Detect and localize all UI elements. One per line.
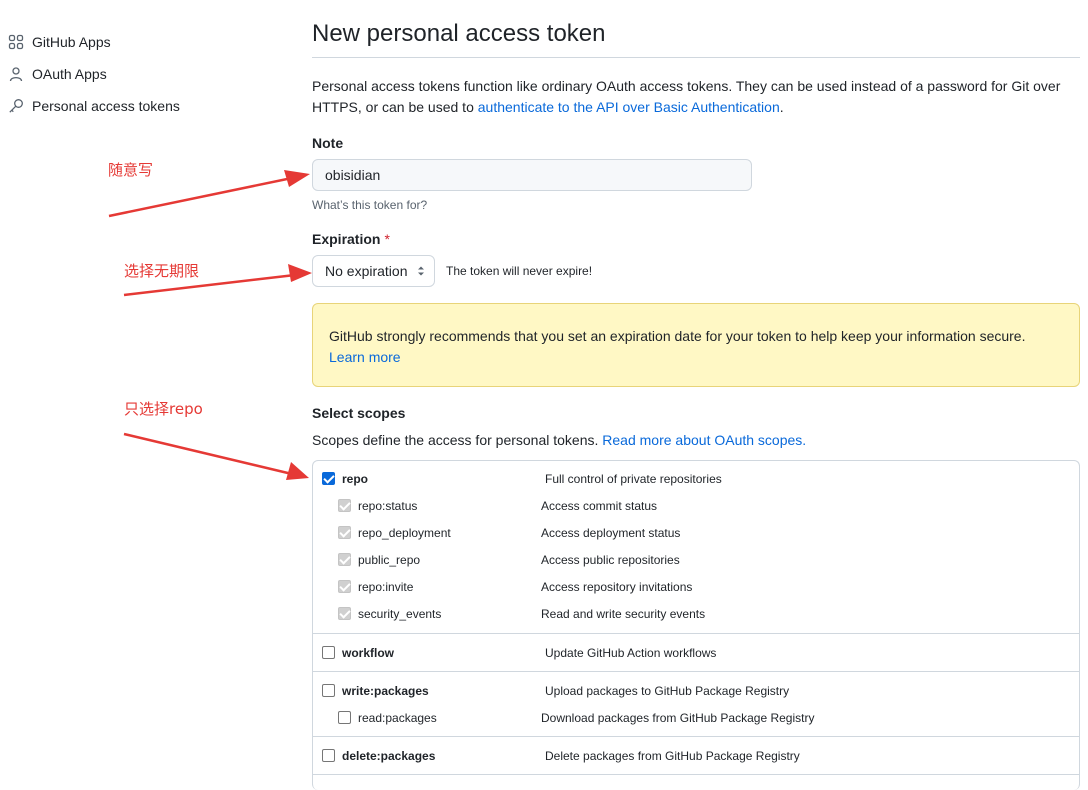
title-divider xyxy=(312,57,1080,58)
expiration-selected-value: No expiration xyxy=(325,263,408,279)
sidebar-item-label: GitHub Apps xyxy=(32,34,111,50)
scope-row: read:packages Download packages from Git… xyxy=(313,705,1079,732)
scope-row: workflow Update GitHub Action workflows xyxy=(313,640,1079,667)
scope-description: Access public repositories xyxy=(541,553,680,567)
scope-description: Upload packages to GitHub Package Regist… xyxy=(545,684,790,698)
scope-description: Read and write security events xyxy=(541,607,706,621)
expiration-label: Expiration * xyxy=(312,231,390,247)
scope-description: Access commit status xyxy=(541,499,658,513)
person-icon xyxy=(8,66,24,82)
sidebar-item-label: Personal access tokens xyxy=(32,98,180,114)
scope-group-workflow: workflow Update GitHub Action workflows xyxy=(313,634,1079,672)
scope-row: security_events Read and write security … xyxy=(313,601,1079,628)
scope-name: delete:packages xyxy=(342,749,436,763)
scope-row: repo_deployment Access deployment status xyxy=(313,520,1079,547)
scope-row: repo:invite Access repository invitation… xyxy=(313,574,1079,601)
scope-group-repo: repo Full control of private repositorie… xyxy=(313,461,1079,634)
scope-name: repo_deployment xyxy=(358,526,451,540)
annotation-note: 随意写 xyxy=(108,161,154,179)
scope-row: write:packages Upload packages to GitHub… xyxy=(313,678,1079,705)
arrow-to-repo xyxy=(123,432,309,480)
sidebar-item-github-apps[interactable]: GitHub Apps xyxy=(0,26,230,58)
scope-description: Download packages from GitHub Package Re… xyxy=(541,711,815,725)
scope-description: Delete packages from GitHub Package Regi… xyxy=(545,749,800,763)
learn-more-link[interactable]: Learn more xyxy=(329,349,401,365)
scope-checkbox-repo-invite[interactable] xyxy=(338,580,351,593)
scope-group-write-packages: write:packages Upload packages to GitHub… xyxy=(313,672,1079,737)
scope-row: delete:packages Delete packages from Git… xyxy=(313,743,1079,770)
settings-sidebar: GitHub Apps OAuth Apps Personal access t… xyxy=(0,26,230,122)
scope-name: read:packages xyxy=(358,711,437,725)
key-icon xyxy=(8,98,24,114)
expiration-warning-banner: GitHub strongly recommends that you set … xyxy=(312,303,1080,387)
intro-text: Personal access tokens function like ord… xyxy=(312,78,1061,115)
scopes-description: Scopes define the access for personal to… xyxy=(312,432,807,448)
scope-checkbox-security-events[interactable] xyxy=(338,607,351,620)
scope-description: Access deployment status xyxy=(541,526,681,540)
apps-icon xyxy=(8,34,24,50)
expiration-select[interactable]: No expiration xyxy=(312,255,435,287)
scope-checkbox-workflow[interactable] xyxy=(322,646,335,659)
note-hint: What’s this token for? xyxy=(312,198,428,212)
annotation-scope: 只选择repo xyxy=(124,400,203,418)
basic-auth-link[interactable]: authenticate to the API over Basic Authe… xyxy=(478,99,780,115)
scope-checkbox-repo-deployment[interactable] xyxy=(338,526,351,539)
scope-description: Access repository invitations xyxy=(541,580,693,594)
scope-row: repo:status Access commit status xyxy=(313,493,1079,520)
scope-checkbox-public-repo[interactable] xyxy=(338,553,351,566)
warning-text: GitHub strongly recommends that you set … xyxy=(329,328,1026,344)
oauth-scopes-link[interactable]: Read more about OAuth scopes. xyxy=(602,432,806,448)
sidebar-item-oauth-apps[interactable]: OAuth Apps xyxy=(0,58,230,90)
note-input[interactable]: obisidian xyxy=(312,159,752,191)
scope-description: Update GitHub Action workflows xyxy=(545,646,717,660)
scope-checkbox-read-packages[interactable] xyxy=(338,711,351,724)
scope-checkbox-repo[interactable] xyxy=(322,472,335,485)
scopes-title: Select scopes xyxy=(312,405,406,421)
scopes-list: repo Full control of private repositorie… xyxy=(312,460,1080,790)
page-title: New personal access token xyxy=(312,20,606,47)
required-mark: * xyxy=(384,231,390,247)
scope-name: security_events xyxy=(358,607,442,621)
scope-row: repo Full control of private repositorie… xyxy=(313,466,1079,493)
scope-name: public_repo xyxy=(358,553,421,567)
annotation-expiration: 选择无期限 xyxy=(124,262,200,280)
note-label: Note xyxy=(312,135,344,151)
scope-name: repo:invite xyxy=(358,580,414,594)
scope-name: workflow xyxy=(342,646,395,660)
scope-name: repo:status xyxy=(358,499,418,513)
sidebar-item-personal-access-tokens[interactable]: Personal access tokens xyxy=(0,90,230,122)
scope-name: repo xyxy=(342,472,369,486)
scope-checkbox-repo-status[interactable] xyxy=(338,499,351,512)
scope-checkbox-delete-packages[interactable] xyxy=(322,749,335,762)
scope-row: public_repo Access public repositories xyxy=(313,547,1079,574)
select-arrows-icon xyxy=(418,266,424,276)
scope-name: write:packages xyxy=(342,684,429,698)
scope-checkbox-write-packages[interactable] xyxy=(322,684,335,697)
expiration-hint: The token will never expire! xyxy=(446,264,593,278)
scope-group-delete-packages: delete:packages Delete packages from Git… xyxy=(313,737,1079,775)
sidebar-item-label: OAuth Apps xyxy=(32,66,107,82)
scope-description: Full control of private repositories xyxy=(545,472,722,486)
